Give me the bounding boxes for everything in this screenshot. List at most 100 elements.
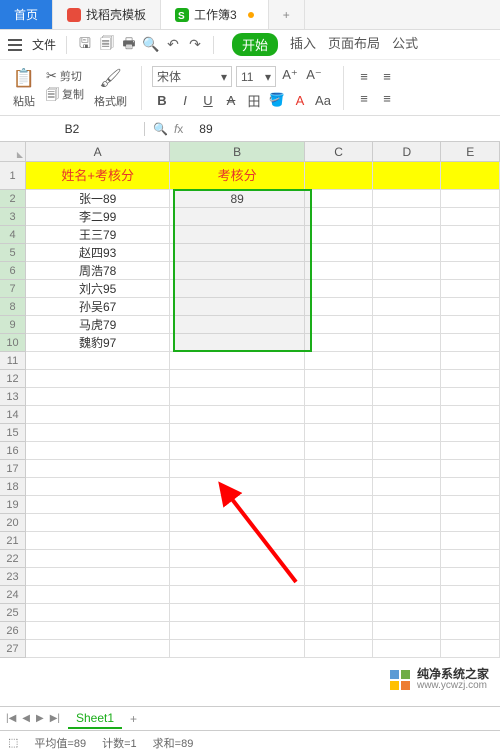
cell[interactable]: 周浩78 <box>26 262 170 280</box>
cell[interactable] <box>441 442 500 460</box>
cell[interactable] <box>26 586 170 604</box>
cell[interactable] <box>373 406 441 424</box>
cell[interactable] <box>441 460 500 478</box>
format-painter-button[interactable]: 🖌 格式刷 <box>90 67 131 109</box>
copy-label[interactable]: 复制 <box>62 86 84 108</box>
row-header[interactable]: 15 <box>0 424 25 442</box>
row-header[interactable]: 12 <box>0 370 25 388</box>
cell[interactable] <box>373 514 441 532</box>
redo-icon[interactable]: ↷ <box>187 37 203 53</box>
cell[interactable] <box>441 604 500 622</box>
cell[interactable] <box>373 622 441 640</box>
cell[interactable] <box>441 208 500 226</box>
cell[interactable]: 李二99 <box>26 208 170 226</box>
cell[interactable]: 89 <box>170 190 305 208</box>
cell[interactable] <box>441 496 500 514</box>
row-header[interactable]: 17 <box>0 460 25 478</box>
cell[interactable] <box>305 478 373 496</box>
tab-new[interactable]: + <box>269 0 305 29</box>
cell[interactable] <box>26 604 170 622</box>
cell[interactable] <box>170 406 305 424</box>
cell[interactable] <box>170 586 305 604</box>
strike-button[interactable]: A <box>221 91 241 109</box>
cell[interactable] <box>373 208 441 226</box>
row-header[interactable]: 23 <box>0 568 25 586</box>
row-header[interactable]: 1 <box>0 162 25 190</box>
cell[interactable] <box>373 424 441 442</box>
row-header[interactable]: 7 <box>0 280 25 298</box>
cell[interactable] <box>170 478 305 496</box>
cell[interactable] <box>441 262 500 280</box>
cell[interactable]: 张一89 <box>26 190 170 208</box>
col-header[interactable]: D <box>373 142 441 161</box>
fx-icon[interactable]: fx <box>174 122 183 136</box>
cell[interactable] <box>26 622 170 640</box>
row-header[interactable]: 4 <box>0 226 25 244</box>
cell[interactable] <box>441 334 500 352</box>
row-header[interactable]: 26 <box>0 622 25 640</box>
cell[interactable] <box>26 460 170 478</box>
cell[interactable] <box>373 586 441 604</box>
cell[interactable] <box>373 478 441 496</box>
cell[interactable] <box>26 514 170 532</box>
cell[interactable] <box>305 568 373 586</box>
sheet-first-icon[interactable]: |◀ <box>6 713 16 724</box>
fx-cancel-icon[interactable]: 🔍 <box>153 122 168 136</box>
cell[interactable] <box>373 388 441 406</box>
status-record-icon[interactable]: ⬚ <box>8 736 18 749</box>
cell[interactable] <box>26 496 170 514</box>
cell[interactable] <box>305 406 373 424</box>
cell[interactable]: 孙吴67 <box>26 298 170 316</box>
cell[interactable] <box>373 352 441 370</box>
cell[interactable] <box>373 550 441 568</box>
cell[interactable] <box>305 162 373 190</box>
cell[interactable] <box>305 334 373 352</box>
cell[interactable] <box>305 226 373 244</box>
font-color-button[interactable]: A <box>290 91 310 109</box>
cell[interactable] <box>305 640 373 658</box>
tab-workbook[interactable]: S 工作簿3 <box>161 0 269 29</box>
cell[interactable] <box>373 262 441 280</box>
cell[interactable] <box>170 280 305 298</box>
cell[interactable] <box>26 640 170 658</box>
cell[interactable] <box>26 352 170 370</box>
cell[interactable] <box>373 316 441 334</box>
cell[interactable] <box>305 244 373 262</box>
row-header[interactable]: 10 <box>0 334 25 352</box>
row-header[interactable]: 3 <box>0 208 25 226</box>
cell[interactable] <box>305 262 373 280</box>
align-top-icon[interactable]: ≡ <box>354 68 374 86</box>
undo-icon[interactable]: ↶ <box>165 37 181 53</box>
cell[interactable] <box>26 478 170 496</box>
cell[interactable] <box>170 460 305 478</box>
cell[interactable] <box>441 280 500 298</box>
row-header[interactable]: 18 <box>0 478 25 496</box>
align-center-icon[interactable]: ≡ <box>377 90 397 108</box>
save-as-icon[interactable]: 🗐 <box>99 37 115 53</box>
cell[interactable] <box>441 550 500 568</box>
cell[interactable] <box>170 334 305 352</box>
border-button[interactable]: 田 <box>244 91 264 109</box>
cell[interactable] <box>373 568 441 586</box>
cell[interactable] <box>170 298 305 316</box>
copy-icon[interactable]: 🗐 <box>46 86 59 108</box>
cell[interactable] <box>373 244 441 262</box>
cell[interactable] <box>305 532 373 550</box>
col-header[interactable]: E <box>441 142 500 161</box>
cell[interactable] <box>441 226 500 244</box>
cell[interactable] <box>305 586 373 604</box>
cell[interactable]: 姓名+考核分 <box>26 162 170 190</box>
cell[interactable] <box>170 514 305 532</box>
col-header[interactable]: C <box>305 142 373 161</box>
menu-insert[interactable]: 插入 <box>290 33 316 56</box>
row-header[interactable]: 6 <box>0 262 25 280</box>
cell[interactable] <box>26 370 170 388</box>
cell[interactable] <box>26 568 170 586</box>
cell[interactable] <box>373 162 441 190</box>
cell[interactable] <box>170 316 305 334</box>
cell[interactable] <box>305 550 373 568</box>
cell[interactable] <box>373 226 441 244</box>
cell[interactable] <box>441 244 500 262</box>
cell[interactable] <box>170 568 305 586</box>
cell[interactable] <box>441 162 500 190</box>
